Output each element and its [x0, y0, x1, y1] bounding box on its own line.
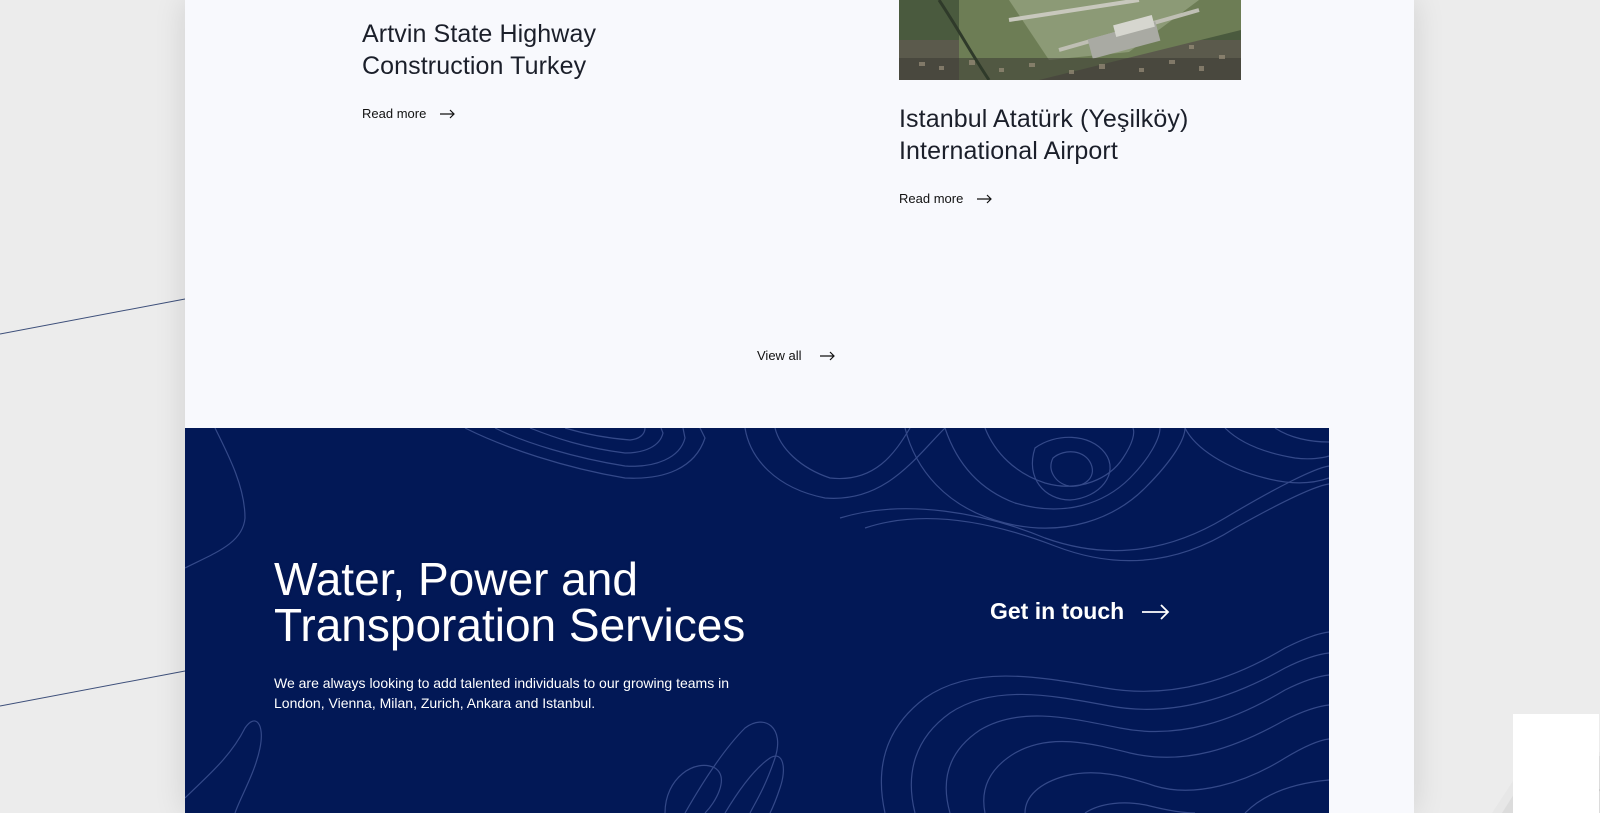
get-in-touch-button[interactable]: Get in touch: [990, 598, 1170, 625]
arrow-right-icon: [819, 351, 835, 360]
project-card-artvin: Artvin State Highway Construction Turkey…: [362, 18, 762, 123]
read-more-link[interactable]: Read more: [899, 191, 993, 206]
arrow-right-icon: [440, 109, 456, 118]
read-more-label: Read more: [899, 191, 964, 206]
project-title-line: Construction Turkey: [362, 52, 587, 80]
cta-title-line: Transporation Services: [274, 599, 746, 651]
cta-description-line: London, Vienna, Milan, Zurich, Ankara an…: [274, 695, 596, 711]
view-all-label: View all: [757, 348, 802, 363]
cta-title-line: Water, Power and: [274, 553, 638, 605]
page-white-area: [1513, 714, 1599, 813]
read-more-label: Read more: [362, 106, 427, 121]
project-title-line: Artvin State Highway: [362, 20, 597, 48]
get-in-touch-label: Get in touch: [990, 598, 1125, 624]
arrow-right-icon: [977, 194, 993, 203]
cta-section: Water, Power and Transporation Services …: [185, 428, 1329, 813]
cta-description: We are always looking to add talented in…: [274, 673, 774, 713]
project-title-line: International Airport: [899, 137, 1118, 165]
project-title-line: Istanbul Atatürk (Yeşilköy): [899, 105, 1189, 133]
view-all-link[interactable]: View all: [757, 348, 836, 363]
cta-title: Water, Power and Transporation Services: [274, 556, 834, 648]
project-card-istanbul-airport: Istanbul Atatürk (Yeşilköy) Internationa…: [899, 0, 1241, 208]
airport-aerial-image[interactable]: [899, 0, 1241, 80]
cta-description-line: We are always looking to add talented in…: [274, 675, 729, 691]
arrow-right-icon: [1142, 603, 1170, 620]
read-more-link[interactable]: Read more: [362, 106, 456, 121]
viewport: Artvin State Highway Construction Turkey…: [0, 0, 1600, 813]
project-title: Artvin State Highway Construction Turkey: [362, 18, 762, 82]
project-title: Istanbul Atatürk (Yeşilköy) Internationa…: [899, 103, 1241, 167]
